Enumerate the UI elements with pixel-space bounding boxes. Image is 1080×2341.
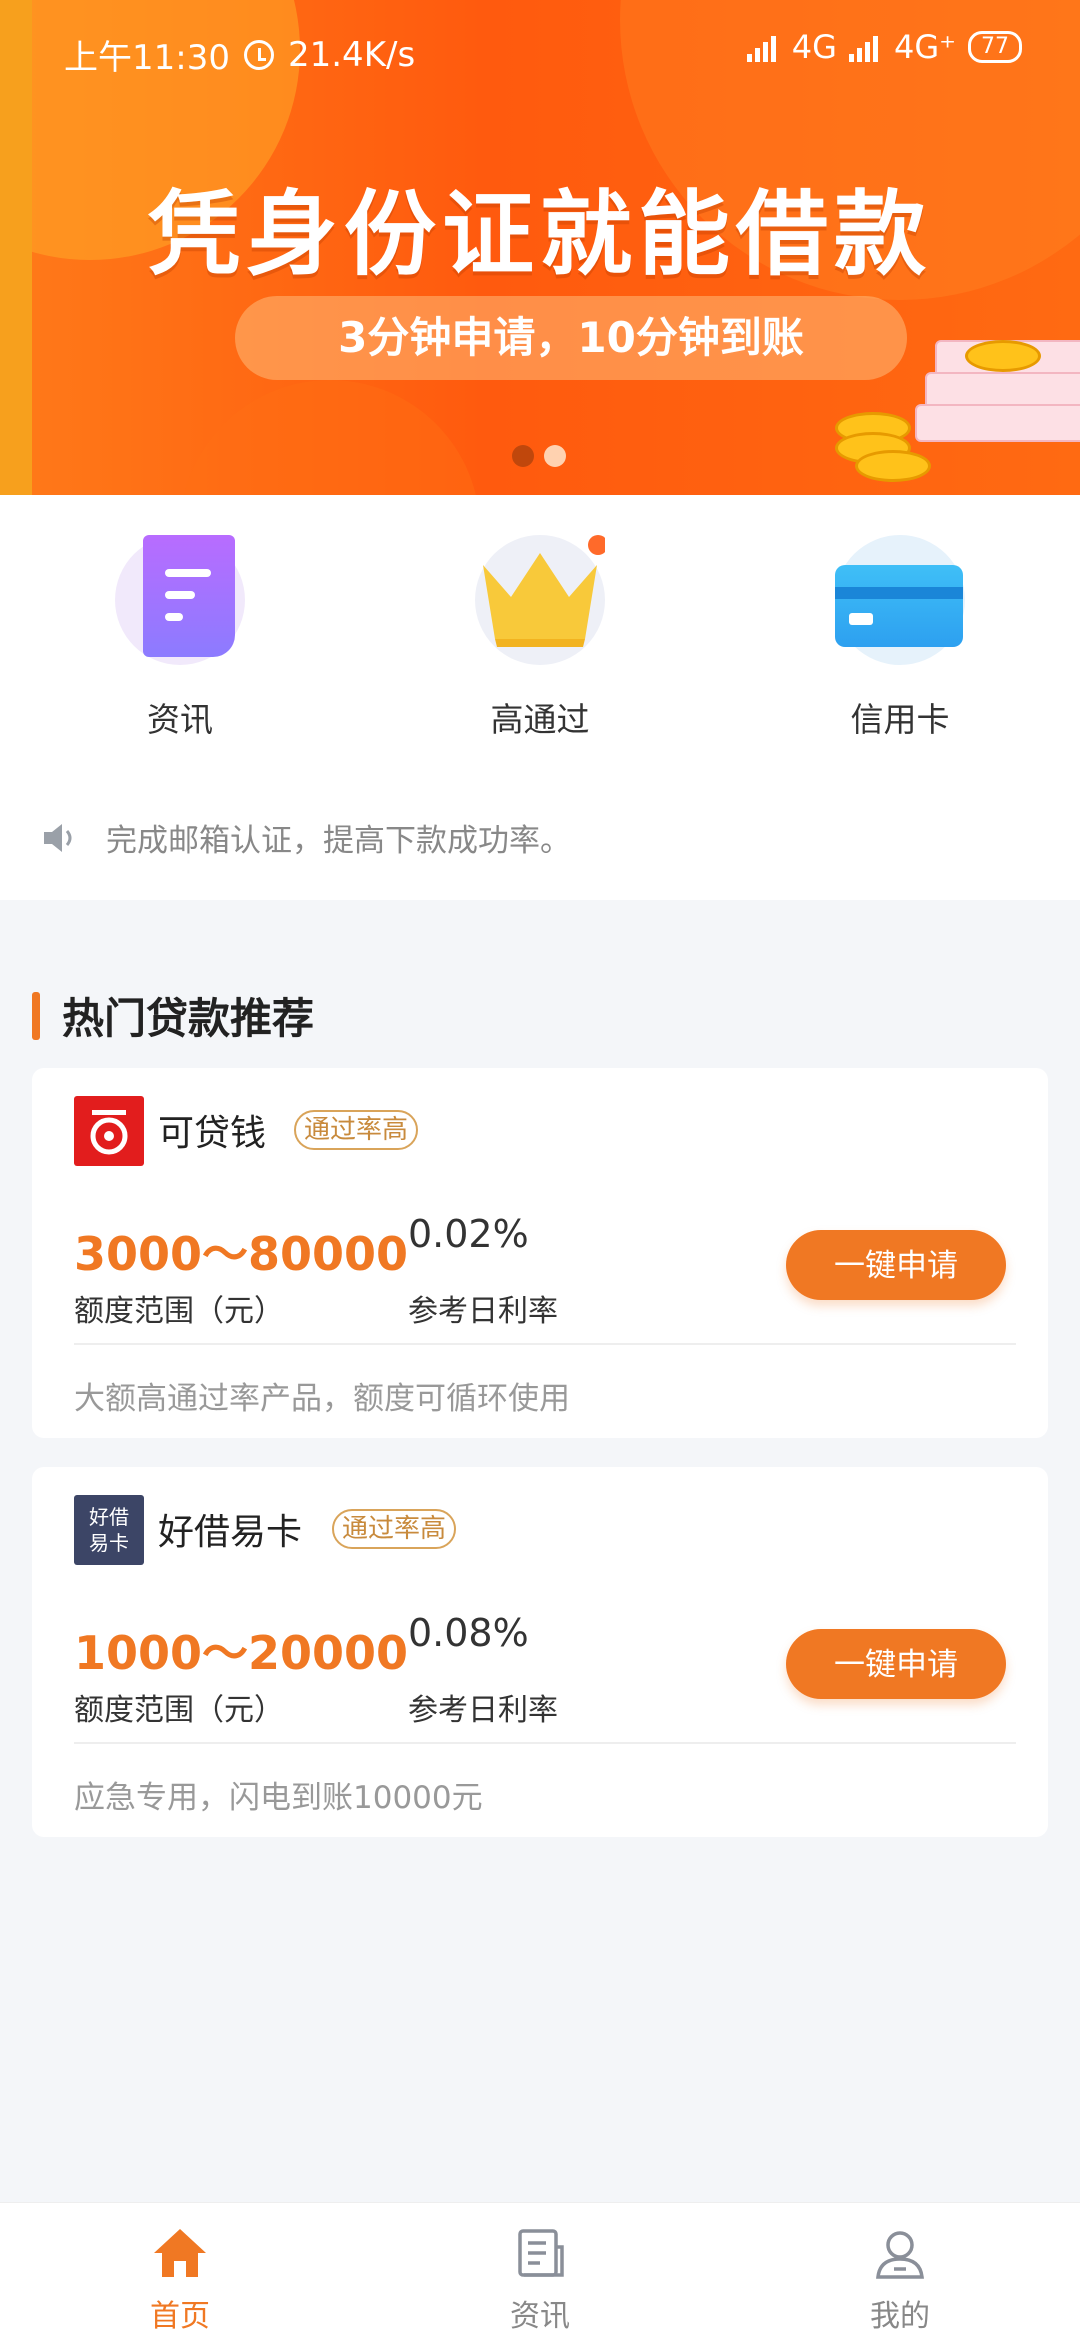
promo-banner[interactable]: 上午11:30 21.4K/s 4G 4G⁺ 77 凭身份证就能借款 3分钟申请…	[0, 0, 1080, 495]
carousel-dot[interactable]	[544, 445, 566, 467]
tab-label: 我的	[870, 2299, 930, 2334]
credit-card-icon	[835, 535, 965, 665]
tab-mine[interactable]: 我的	[800, 2225, 1000, 2335]
loan-range-label: 额度范围（元）	[74, 1294, 284, 1329]
signal-icon	[848, 32, 878, 62]
loan-tag: 通过率高	[332, 1509, 457, 1549]
loan-range: 1000～20000	[74, 1626, 409, 1680]
quick-nav-label: 信用卡	[850, 700, 950, 739]
status-bar: 上午11:30 21.4K/s 4G 4G⁺ 77	[0, 22, 1080, 78]
carousel-dot-active[interactable]	[512, 445, 534, 467]
document-icon	[115, 535, 245, 665]
news-icon	[512, 2225, 568, 2281]
divider	[74, 1343, 1016, 1345]
quick-nav-credit-card[interactable]: 信用卡	[790, 535, 1010, 741]
tab-news[interactable]: 资讯	[440, 2225, 640, 2335]
banner-decoration	[180, 380, 480, 495]
apply-button[interactable]: 一键申请	[786, 1629, 1006, 1699]
signal-icon	[746, 32, 776, 62]
network-type-1: 4G	[791, 28, 837, 66]
notice-text: 完成邮箱认证，提高下款成功率。	[106, 823, 571, 859]
banner-subline: 3分钟申请，10分钟到账	[235, 296, 907, 380]
bottom-tab-bar: 首页 资讯 我的	[0, 2202, 1080, 2341]
quick-nav-news[interactable]: 资讯	[70, 535, 290, 741]
quick-nav: 资讯 高通过 信用卡 完成邮箱认证，提高下款成功率。	[0, 495, 1080, 900]
loan-rate: 0.08%	[408, 1611, 529, 1655]
home-icon	[152, 2225, 208, 2281]
loan-rate-label: 参考日利率	[408, 1294, 558, 1329]
loan-description: 应急专用，闪电到账10000元	[74, 1780, 483, 1816]
user-icon	[872, 2225, 928, 2281]
loan-logo-text: 易卡	[89, 1531, 129, 1555]
carousel-indicator	[512, 445, 566, 467]
loan-range-label: 额度范围（元）	[74, 1693, 284, 1728]
loan-range: 3000～80000	[74, 1227, 409, 1281]
divider	[74, 1742, 1016, 1744]
crown-icon	[475, 535, 608, 665]
tab-label: 资讯	[510, 2299, 570, 2334]
speaker-icon	[44, 823, 72, 852]
loan-name: 好借易卡	[158, 1512, 303, 1553]
quick-nav-high-pass[interactable]: 高通过	[430, 535, 650, 741]
loan-logo-text: 好借	[89, 1505, 129, 1529]
tab-label: 首页	[150, 2299, 210, 2334]
quick-nav-label: 高通过	[490, 700, 590, 739]
loan-rate: 0.02%	[408, 1212, 529, 1256]
battery-icon: 77	[968, 31, 1022, 63]
loan-logo-icon: 好借 易卡	[74, 1495, 144, 1565]
network-type-2: 4G⁺	[893, 28, 956, 66]
loan-logo-icon	[74, 1096, 144, 1166]
quick-nav-label: 资讯	[147, 700, 213, 739]
loan-name: 可贷钱	[158, 1113, 267, 1154]
notice-bar[interactable]: 完成邮箱认证，提高下款成功率。	[40, 815, 571, 860]
section-title: 热门贷款推荐	[32, 985, 314, 1046]
section-title-text: 热门贷款推荐	[62, 994, 315, 1043]
loan-tag: 通过率高	[294, 1110, 419, 1150]
status-net-speed: 21.4K/s	[287, 34, 416, 75]
tab-home[interactable]: 首页	[80, 2225, 280, 2335]
loan-card[interactable]: 好借 易卡 好借易卡 通过率高 1000～20000 额度范围（元） 0.08%…	[32, 1467, 1048, 1837]
alarm-icon	[243, 39, 274, 70]
apply-button[interactable]: 一键申请	[786, 1230, 1006, 1300]
status-time: 上午11:30	[64, 38, 230, 78]
money-illustration	[835, 320, 1080, 482]
loan-description: 大额高通过率产品，额度可循环使用	[74, 1381, 570, 1417]
loan-rate-label: 参考日利率	[408, 1693, 558, 1728]
loan-card[interactable]: 可贷钱 通过率高 3000～80000 额度范围（元） 0.02% 参考日利率 …	[32, 1068, 1048, 1438]
section-accent-bar	[32, 991, 40, 1040]
banner-headline: 凭身份证就能借款	[147, 181, 932, 288]
